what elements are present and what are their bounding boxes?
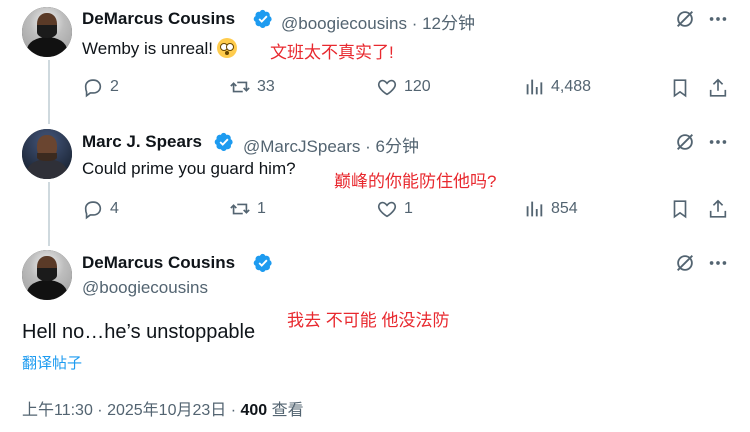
like-icon xyxy=(377,201,397,218)
like-button[interactable]: 1 xyxy=(376,198,413,220)
tweet-meta: 上午11:30 · 2025年10月23日 · 400 查看 xyxy=(22,396,304,420)
tweet-1[interactable]: DeMarcus Cousins @boogiecousins · 12分钟 W… xyxy=(0,0,750,120)
translation-annotation: 我去 不可能 他没法防 xyxy=(287,311,450,330)
views-count: 854 xyxy=(551,200,578,217)
bookmark-icon[interactable] xyxy=(669,77,691,99)
avatar[interactable] xyxy=(22,129,72,179)
share-icon[interactable] xyxy=(707,198,729,220)
view-count: 400 xyxy=(240,402,268,419)
repost-button[interactable]: 1 xyxy=(229,198,266,220)
bookmark-icon[interactable] xyxy=(669,198,691,220)
author-name[interactable]: DeMarcus Cousins xyxy=(82,9,235,29)
tweet-time[interactable]: 12分钟 xyxy=(422,14,475,33)
repost-icon xyxy=(230,81,250,93)
verified-badge-icon xyxy=(214,132,233,151)
more-icon[interactable] xyxy=(707,131,729,153)
share-icon[interactable] xyxy=(707,77,729,99)
like-button[interactable]: 120 xyxy=(376,76,431,98)
like-count: 1 xyxy=(404,200,413,217)
avatar[interactable] xyxy=(22,250,72,300)
verified-badge-icon xyxy=(253,253,272,272)
author-name[interactable]: Marc J. Spears xyxy=(82,132,202,152)
like-count: 120 xyxy=(404,78,431,95)
like-icon xyxy=(377,79,397,96)
avatar[interactable] xyxy=(22,7,72,57)
grok-icon[interactable] xyxy=(674,131,696,153)
views-count: 4,488 xyxy=(551,78,592,95)
views-button[interactable]: 854 xyxy=(523,198,578,220)
reply-icon xyxy=(84,79,102,98)
tweet-time[interactable]: 6分钟 xyxy=(376,137,419,156)
author-handle[interactable]: @boogiecousins xyxy=(82,278,208,298)
grok-icon[interactable] xyxy=(674,252,696,274)
translation-annotation: 巅峰的你能防住他吗? xyxy=(334,172,497,191)
reply-icon xyxy=(84,201,102,220)
more-icon[interactable] xyxy=(707,8,729,30)
view-label: 查看 xyxy=(267,402,304,419)
views-icon xyxy=(526,79,543,95)
more-icon[interactable] xyxy=(707,252,729,274)
repost-count: 33 xyxy=(257,78,275,95)
views-button[interactable]: 4,488 xyxy=(523,76,591,98)
tweet-text: Wemby is unreal! xyxy=(82,39,214,58)
repost-count: 1 xyxy=(257,200,266,217)
tweet-2[interactable]: Marc J. Spears @MarcJSpears · 6分钟 Could … xyxy=(0,122,750,242)
tweet-text: Could prime you guard him? xyxy=(82,159,296,178)
timestamp[interactable]: 上午11:30 · 2025年10月23日 · xyxy=(22,402,240,419)
translate-post-link[interactable]: 翻译帖子 xyxy=(22,352,82,373)
reply-button[interactable]: 4 xyxy=(82,198,119,220)
verified-badge-icon xyxy=(253,9,272,28)
reply-count: 2 xyxy=(110,78,119,95)
flushed-face-emoji-icon xyxy=(217,38,238,58)
repost-button[interactable]: 33 xyxy=(229,76,275,98)
author-name[interactable]: DeMarcus Cousins xyxy=(82,253,235,273)
grok-icon[interactable] xyxy=(674,8,696,30)
translation-annotation: 文班太不真实了! xyxy=(270,43,394,62)
reply-count: 4 xyxy=(110,200,119,217)
views-icon xyxy=(526,201,543,217)
tweet-text: Hell no…he’s unstoppable xyxy=(22,321,256,343)
reply-button[interactable]: 2 xyxy=(82,76,119,98)
author-handle[interactable]: @MarcJSpears xyxy=(243,137,360,156)
repost-icon xyxy=(230,203,250,215)
author-handle[interactable]: @boogiecousins xyxy=(281,14,407,33)
